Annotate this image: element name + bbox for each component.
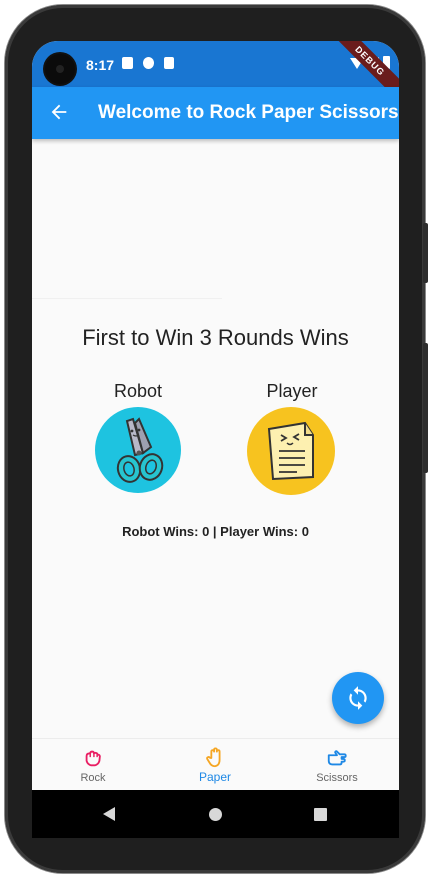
restart-button[interactable]: [332, 672, 384, 724]
nav-item-paper[interactable]: Paper: [154, 739, 276, 791]
player-choice-avatar: [247, 407, 335, 495]
paper-icon: [267, 421, 314, 481]
sim-card-icon: [164, 57, 174, 69]
volume-button: [423, 343, 428, 473]
back-triangle-icon[interactable]: [103, 807, 115, 821]
nav-label-scissors: Scissors: [316, 772, 358, 784]
app-bar: Welcome to Rock Paper Scissors!: [32, 87, 399, 139]
camera-icon: [45, 54, 75, 84]
refresh-icon: [349, 686, 367, 710]
hand-peace-icon: [327, 750, 347, 766]
notification-icon: [143, 57, 154, 69]
nav-item-scissors[interactable]: Scissors: [276, 739, 398, 791]
status-time: 8:17: [86, 57, 115, 73]
nav-label-paper: Paper: [198, 770, 232, 784]
power-button: [423, 223, 428, 283]
game-area: First to Win 3 Rounds Wins Robot Player: [32, 139, 399, 736]
divider: [32, 298, 222, 299]
hand-fist-icon: [85, 750, 101, 767]
notification-icon: [122, 57, 133, 69]
score-text: Robot Wins: 0 | Player Wins: 0: [122, 524, 309, 539]
home-circle-icon[interactable]: [209, 808, 222, 821]
bottom-navigation: Rock Paper Scissors: [32, 738, 399, 791]
system-navigation-bar: [32, 790, 399, 838]
nav-item-rock[interactable]: Rock: [32, 739, 154, 791]
game-headline: First to Win 3 Rounds Wins: [82, 325, 349, 350]
hand-open-icon: [206, 747, 221, 768]
robot-choice-avatar: [95, 407, 181, 493]
player-label: Player: [266, 381, 318, 401]
screen: 8:17 DEBUG Welcome to Rock Paper Scissor…: [32, 41, 399, 831]
recents-square-icon[interactable]: [314, 808, 327, 821]
page-title: Welcome to Rock Paper Scissors!: [98, 102, 399, 123]
nav-label-rock: Rock: [80, 772, 106, 784]
status-bar: 8:17 DEBUG: [32, 41, 399, 106]
robot-label: Robot: [113, 381, 163, 401]
scissors-icon: [116, 417, 164, 483]
arrow-back-icon[interactable]: [48, 101, 70, 123]
